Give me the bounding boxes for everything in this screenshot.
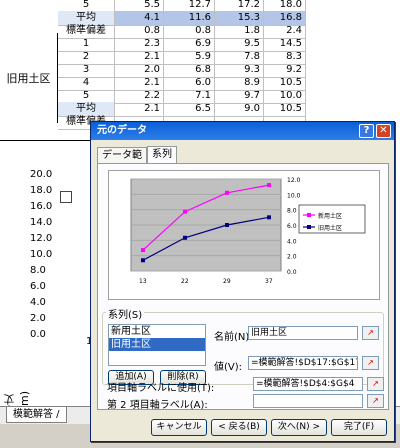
y-tick-label: 6.0 (287, 223, 297, 230)
series-panel: 12.0 10.0 8.0 6.0 4.0 2.0 0.0 13 22 29 37 新用土区 旧用土区 … (97, 163, 389, 410)
preview-chart: 12.0 10.0 8.0 6.0 4.0 2.0 0.0 13 22 29 37 新用土区旧用土区 (130, 177, 366, 285)
x-tick-label: 29 (223, 278, 231, 285)
dialog-title: 元のデータ (97, 125, 147, 136)
secondary-category-label: 第 2 項目軸ラベル(A): (107, 400, 208, 411)
data-point (183, 209, 187, 214)
y-tick-label: 0.0 (30, 329, 46, 340)
y-tick-label: 4.0 (30, 297, 46, 308)
legend-label: 新用土区 (318, 212, 342, 220)
data-point (141, 258, 145, 263)
list-item[interactable]: 新用土区 (109, 325, 205, 338)
x-tick-label: 13 (139, 278, 147, 285)
legend-marker (307, 225, 311, 229)
y-tick-label: 18.0 (30, 185, 53, 196)
y-tick-label: 20.0 (30, 169, 53, 180)
y-tick-label: 4.0 (287, 238, 297, 245)
data-point (267, 215, 271, 220)
name-label: 名前(N): (214, 332, 253, 343)
legend-marker (60, 191, 72, 203)
list-item-selected[interactable]: 旧用土区 (109, 338, 205, 351)
help-button[interactable]: ? (359, 124, 374, 138)
category-field[interactable]: =模範解答!$D$4:$G$4 (253, 377, 363, 391)
dialog-titlebar[interactable]: 元のデータ ? ✕ (91, 122, 394, 140)
data-point (225, 223, 229, 227)
y-tick-label: 8.0 (287, 208, 297, 215)
values-label: 値(V): (214, 362, 243, 373)
legend-marker (307, 213, 311, 217)
series-listbox[interactable]: 新用土区 旧用土区 (108, 324, 206, 366)
y-tick-label: 12.0 (30, 233, 53, 244)
tab-data-range[interactable]: データ範囲 (97, 147, 147, 176)
y-tick-label: 10.0 (30, 249, 53, 260)
y-tick-label: 8.0 (30, 265, 46, 276)
embedded-chart[interactable]: 20.0 18.0 16.0 14.0 12.0 10.0 8.0 6.0 4.0 2.0 0.0 … (0, 140, 100, 416)
y-tick-label: 2.0 (30, 313, 46, 324)
y-tick-label: 14.0 (30, 217, 53, 228)
data-point (267, 183, 271, 188)
name-range-picker-button[interactable]: ↗ (362, 326, 379, 340)
data-point (225, 190, 229, 195)
values-range-picker-button[interactable]: ↗ (362, 356, 379, 370)
group-label: 旧用土区 (0, 33, 58, 123)
y-tick-label: 0.0 (287, 269, 297, 276)
secondary-category-range-picker-button[interactable]: ↗ (367, 394, 384, 408)
name-field[interactable]: 旧用土区 (248, 326, 358, 340)
secondary-category-field[interactable] (253, 394, 363, 408)
sheet-tab[interactable]: 模範解答 / (6, 407, 67, 423)
chart-preview: 12.0 10.0 8.0 6.0 4.0 2.0 0.0 13 22 29 37 新用土区旧用土区 (108, 170, 380, 300)
category-label: 項目軸ラベルに使用(T): (107, 383, 215, 394)
data-point (141, 248, 145, 253)
y-tick-label: 16.0 (30, 201, 53, 212)
next-button[interactable]: 次へ(N) > (271, 419, 327, 436)
back-button[interactable]: < 戻る(B) (211, 419, 267, 436)
x-tick-label: 22 (181, 278, 189, 285)
values-field[interactable]: =模範解答!$D$17:$G$17 (248, 356, 358, 370)
y-tick-label: 6.0 (30, 281, 46, 292)
x-tick-label: 37 (265, 278, 273, 285)
category-range-picker-button[interactable]: ↗ (367, 377, 384, 391)
y-tick-label: 2.0 (287, 254, 297, 261)
data-point (183, 235, 187, 240)
source-data-dialog: 元のデータ ? ✕ データ範囲 系列 12.0 10.0 8.0 6.0 4.0 2.0 0… (90, 121, 395, 442)
y-tick-label: 10.0 (287, 192, 301, 199)
series-group-label: 系列(S) (106, 306, 145, 321)
y-tick-label: 12.0 (287, 177, 301, 184)
legend-label: 旧用土区 (318, 224, 342, 232)
close-button[interactable]: ✕ (376, 124, 391, 138)
tab-series[interactable]: 系列 (147, 146, 177, 163)
cancel-button[interactable]: キャンセル (151, 419, 207, 436)
finish-button[interactable]: 完了(F) (331, 419, 387, 436)
